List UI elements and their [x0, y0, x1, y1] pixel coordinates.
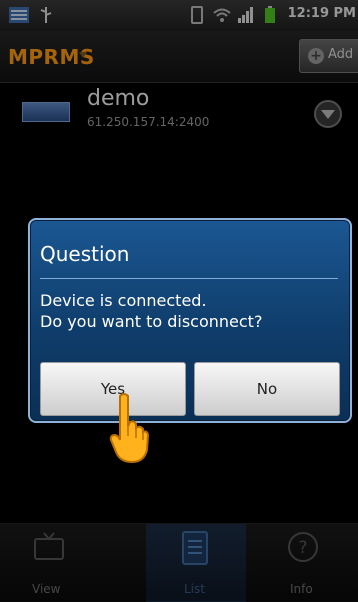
pointer-hand-icon — [109, 393, 150, 464]
dialog-message-line: Do you want to disconnect? — [40, 312, 263, 331]
dialog-message-line: Device is connected. — [40, 291, 207, 310]
dialog-divider — [40, 278, 338, 279]
no-button[interactable]: No — [194, 362, 340, 416]
dialog-message: Device is connected. Do you want to disc… — [40, 290, 340, 332]
question-dialog: Question Device is connected. Do you wan… — [28, 218, 352, 423]
dialog-title: Question — [40, 242, 130, 266]
